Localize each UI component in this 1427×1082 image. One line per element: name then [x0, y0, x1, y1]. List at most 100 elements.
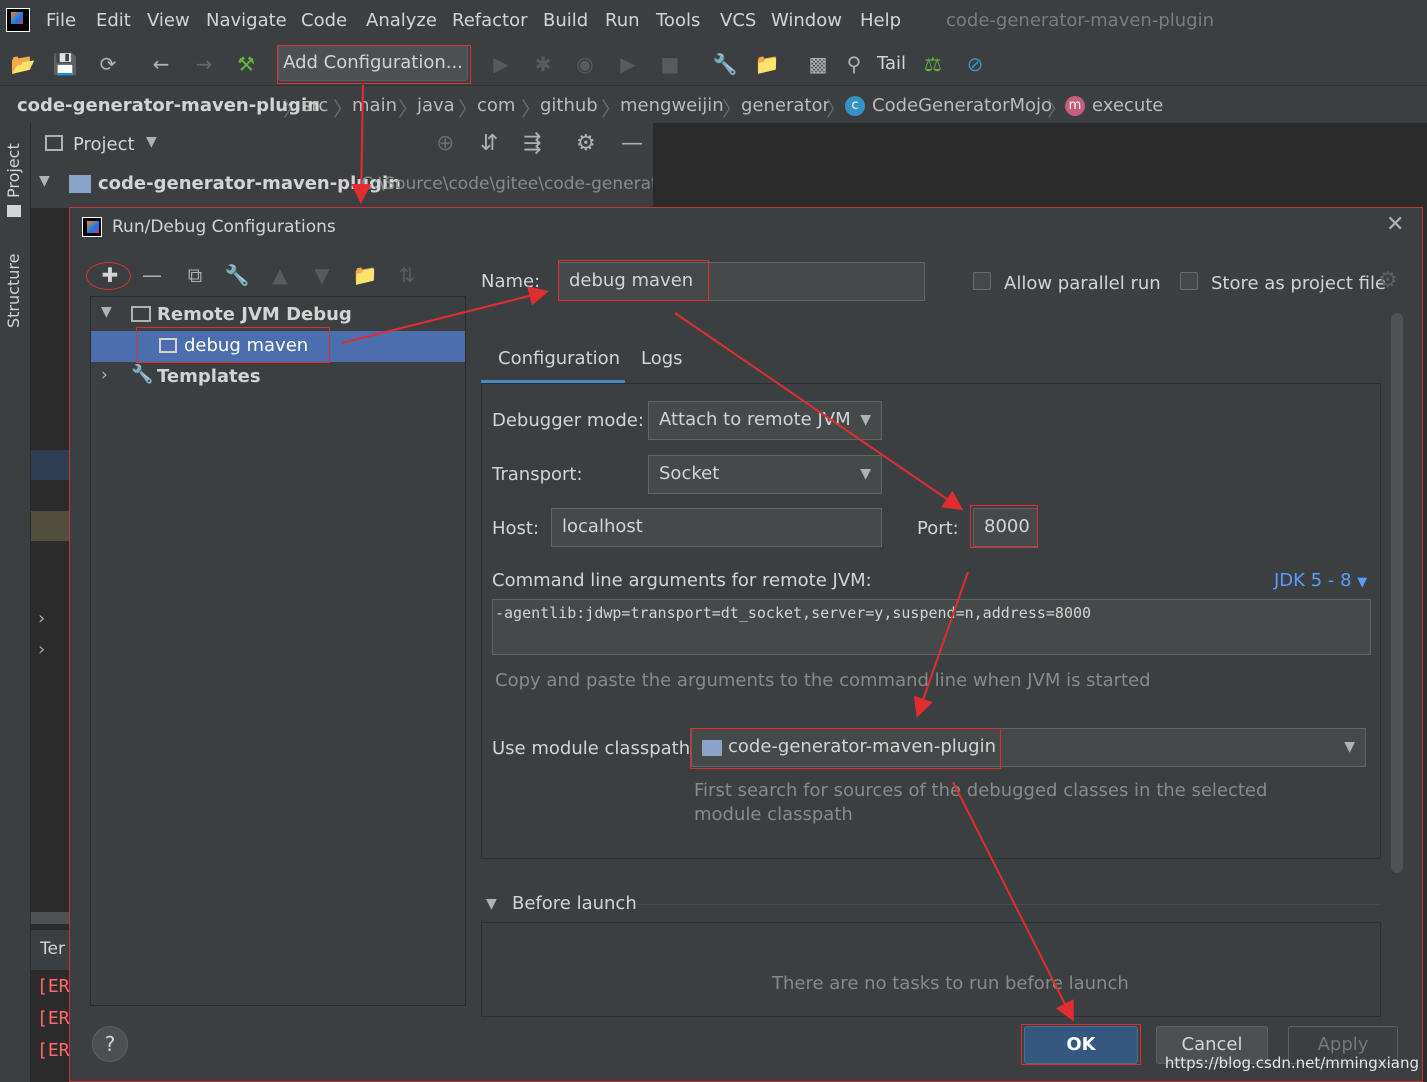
sync-icon[interactable]: ⟳	[95, 51, 121, 77]
breadcrumb-item[interactable]: generator	[741, 95, 830, 116]
menu-view[interactable]: View	[147, 10, 190, 31]
add-plus-icon[interactable]: ✚	[97, 262, 123, 288]
help-button[interactable]: ?	[92, 1026, 128, 1062]
breadcrumb-separator: 〉	[521, 97, 541, 121]
breadcrumb-item[interactable]: execute	[1092, 95, 1163, 116]
dropdown-arrow-icon: ▼	[860, 412, 871, 428]
chevron-right-icon[interactable]: ›	[101, 365, 108, 385]
chevron-right-icon[interactable]: ›	[38, 608, 45, 629]
breadcrumb-item[interactable]: github	[540, 95, 598, 116]
module-classpath-select[interactable]: code-generator-maven-plugin ▼	[691, 728, 1366, 767]
store-as-project-checkbox[interactable]	[1180, 272, 1198, 290]
cmd-args-textarea[interactable]: -agentlib:jdwp=transport=dt_socket,serve…	[492, 599, 1371, 655]
editor-highlight-row	[31, 450, 69, 480]
breadcrumb-item[interactable]: main	[352, 95, 397, 116]
monitor-graph-icon[interactable]: ⚖	[920, 51, 946, 77]
breadcrumb-item[interactable]: code-generator-maven-plugin	[17, 95, 320, 116]
before-launch-tasks-list[interactable]: There are no tasks to run before launch	[481, 922, 1381, 1017]
chevron-down-icon[interactable]: ▼	[486, 896, 497, 912]
wrench-icon[interactable]: 🔧	[224, 262, 250, 288]
build-hammer-icon[interactable]: ⚒	[233, 51, 259, 77]
debug-bug-icon[interactable]: ✱	[530, 51, 556, 77]
jdk-version-link[interactable]: JDK 5 - 8 ▼	[1274, 570, 1367, 591]
tab-configuration[interactable]: Configuration	[498, 348, 620, 369]
terminal-window-icon[interactable]: ▩	[805, 51, 831, 77]
disable-circle-icon[interactable]: ⊘	[962, 51, 988, 77]
ok-button[interactable]: OK	[1024, 1026, 1138, 1064]
menu-edit[interactable]: Edit	[96, 10, 131, 31]
menu-vcs[interactable]: VCS	[720, 10, 756, 31]
port-label: Port:	[917, 518, 959, 539]
module-hint-line1: First search for sources of the debugged…	[694, 780, 1268, 801]
breadcrumb-item[interactable]: mengweijin	[620, 95, 724, 116]
menu-build[interactable]: Build	[543, 10, 588, 31]
breadcrumb-item[interactable]: CodeGeneratorMojo	[872, 95, 1052, 116]
coverage-icon[interactable]: ◉	[572, 51, 598, 77]
tab-logs[interactable]: Logs	[641, 348, 683, 369]
chevron-right-icon[interactable]: ›	[38, 639, 45, 660]
expand-all-icon[interactable]: ⇵	[480, 131, 498, 156]
chevron-down-icon[interactable]: ▼	[39, 173, 50, 189]
menu-analyze[interactable]: Analyze	[366, 10, 437, 31]
profile-icon[interactable]: ▶	[615, 51, 641, 77]
before-launch-label[interactable]: Before launch	[512, 893, 637, 914]
gear-icon[interactable]: ⚙	[1378, 268, 1398, 293]
project-structure-icon[interactable]: 📁	[754, 51, 780, 77]
forward-arrow-icon[interactable]: →	[191, 51, 217, 77]
move-up-icon[interactable]: ▲	[267, 262, 293, 288]
structure-tool-tab[interactable]: Structure	[4, 254, 23, 328]
cmd-args-label: Command line arguments for remote JVM:	[492, 570, 872, 591]
run-icon[interactable]: ▶	[488, 51, 514, 77]
menu-window[interactable]: Window	[771, 10, 842, 31]
search-icon[interactable]: ⚲	[841, 51, 867, 77]
project-panel-title[interactable]: Project	[73, 134, 135, 155]
breadcrumb-item[interactable]: src	[302, 95, 328, 116]
menu-refactor[interactable]: Refactor	[452, 10, 528, 31]
move-down-icon[interactable]: ▼	[309, 262, 335, 288]
debugger-mode-select[interactable]: Attach to remote JVM ▼	[648, 401, 882, 440]
tail-button[interactable]: Tail	[877, 53, 906, 74]
allow-parallel-checkbox[interactable]	[973, 272, 991, 290]
debugger-mode-label: Debugger mode:	[492, 410, 644, 431]
gear-icon[interactable]: ⚙	[576, 131, 596, 156]
folder-icon	[7, 205, 21, 217]
project-tool-tab[interactable]: Project	[4, 143, 23, 198]
tree-item-debug-maven[interactable]: debug maven	[91, 331, 465, 362]
close-icon[interactable]: ✕	[1386, 212, 1404, 237]
copy-icon[interactable]: ⧉	[182, 262, 208, 288]
collapse-all-icon[interactable]: ⇶	[523, 131, 541, 156]
stop-icon[interactable]: ■	[657, 51, 683, 77]
scrollbar[interactable]	[31, 912, 69, 924]
remove-minus-icon[interactable]: —	[139, 262, 165, 288]
tree-item-templates[interactable]: › 🔧 Templates	[91, 362, 465, 393]
menu-navigate[interactable]: Navigate	[206, 10, 287, 31]
port-input[interactable]: 8000	[973, 508, 1038, 547]
sort-icon[interactable]: ⇅	[394, 262, 420, 288]
menu-help[interactable]: Help	[860, 10, 901, 31]
tree-group-remote-jvm-debug[interactable]: ▼ Remote JVM Debug	[91, 300, 465, 331]
project-root-name[interactable]: code-generator-maven-plugin	[98, 173, 401, 194]
breadcrumb-separator: 〉	[826, 97, 846, 121]
terminal-tab[interactable]: Ter	[40, 939, 65, 959]
back-arrow-icon[interactable]: ←	[148, 51, 174, 77]
minimize-icon[interactable]: —	[621, 131, 643, 156]
scrollbar[interactable]	[1391, 313, 1403, 873]
add-configuration-button[interactable]: Add Configuration...	[278, 45, 468, 81]
menu-file[interactable]: File	[46, 10, 76, 31]
new-folder-icon[interactable]: 📁	[352, 262, 378, 288]
dropdown-arrow-icon[interactable]: ▼	[146, 134, 157, 150]
settings-wrench-icon[interactable]: 🔧	[712, 51, 738, 77]
menu-code[interactable]: Code	[301, 10, 347, 31]
module-folder-icon	[69, 175, 91, 193]
breadcrumb-item[interactable]: com	[477, 95, 515, 116]
open-folder-icon[interactable]: 📂	[10, 51, 36, 77]
save-icon[interactable]: 💾	[52, 51, 78, 77]
menu-tools[interactable]: Tools	[656, 10, 700, 31]
locate-target-icon[interactable]: ⊕	[436, 131, 454, 156]
breadcrumb-item[interactable]: java	[417, 95, 455, 116]
transport-select[interactable]: Socket ▼	[648, 455, 882, 494]
host-input[interactable]: localhost	[551, 508, 882, 547]
menu-run[interactable]: Run	[605, 10, 640, 31]
chevron-down-icon[interactable]: ▼	[101, 304, 112, 320]
name-input[interactable]: debug maven	[558, 262, 925, 301]
